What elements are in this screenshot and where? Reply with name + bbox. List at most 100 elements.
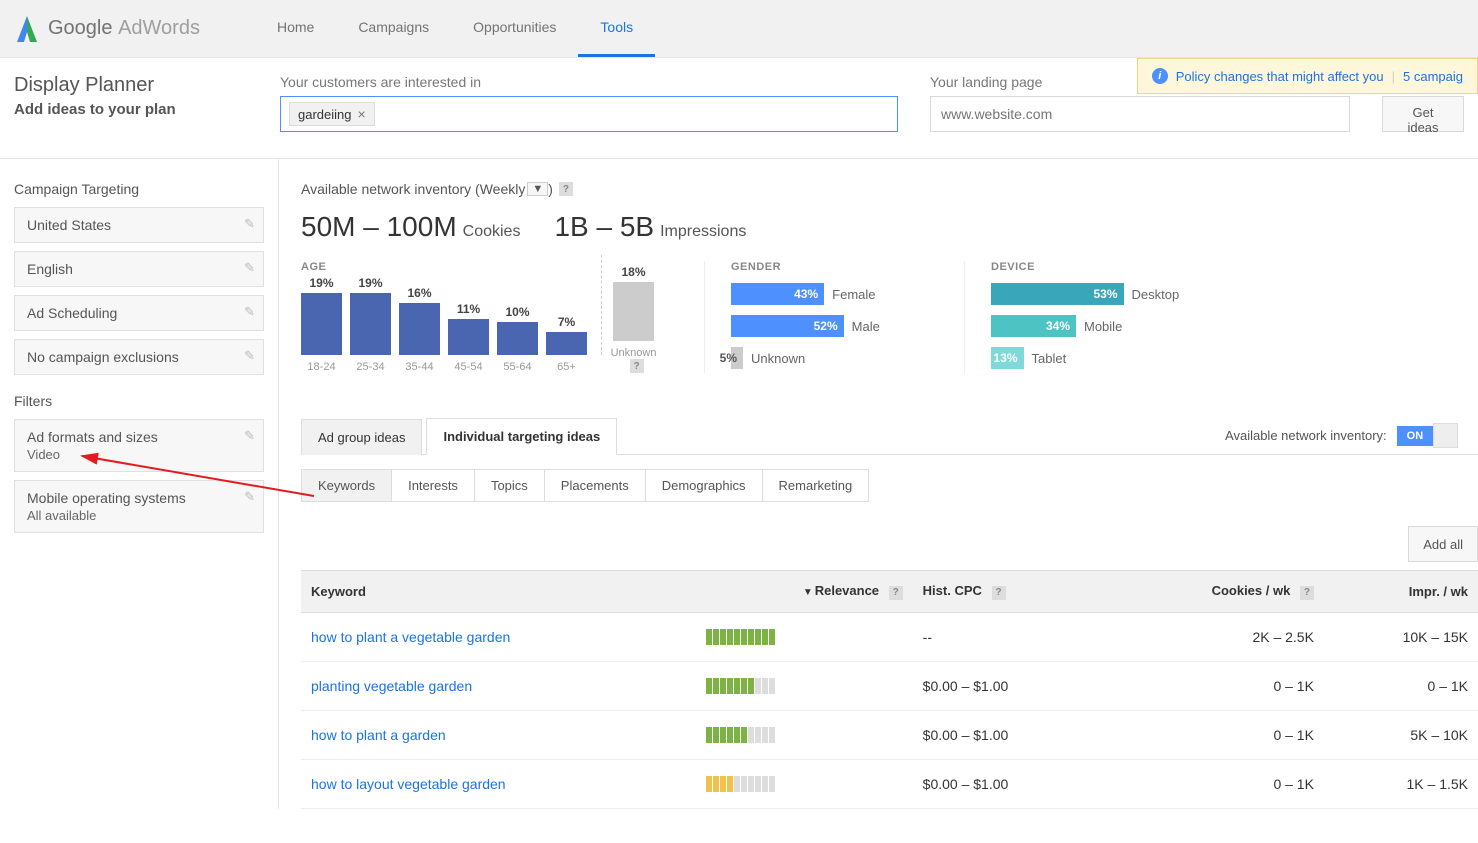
- hbar-row: 52%Male: [731, 315, 954, 337]
- col-keyword[interactable]: Keyword: [301, 571, 696, 613]
- toggle-off-side[interactable]: [1433, 423, 1458, 448]
- help-icon[interactable]: ?: [1300, 586, 1314, 600]
- nav-tools[interactable]: Tools: [578, 0, 655, 57]
- relevance-indicator: [706, 776, 902, 792]
- subtab-topics[interactable]: Topics: [474, 469, 545, 502]
- hbar-row: 34%Mobile: [991, 315, 1214, 337]
- age-bar: 19%25-34: [350, 276, 391, 373]
- cpc-cell: $0.00 – $1.00: [913, 710, 1104, 759]
- remove-tag-icon[interactable]: ×: [358, 106, 366, 122]
- targeting-item[interactable]: Ad Scheduling✎: [14, 295, 264, 331]
- relevance-indicator: [706, 727, 902, 743]
- keyword-link[interactable]: planting vegetable garden: [311, 678, 472, 694]
- filters-heading: Filters: [14, 393, 264, 409]
- subtab-placements[interactable]: Placements: [544, 469, 646, 502]
- campaign-link[interactable]: 5 campaig: [1403, 69, 1463, 84]
- nav-campaigns[interactable]: Campaigns: [336, 0, 451, 57]
- age-bar: 7%65+: [546, 315, 587, 373]
- col-cookies[interactable]: Cookies / wk ?: [1103, 571, 1324, 613]
- cookies-cell: 0 – 1K: [1103, 710, 1324, 759]
- age-chart: AGE 19%18-2419%25-3416%35-4411%45-5410%5…: [301, 261, 654, 373]
- relevance-indicator: [706, 678, 902, 694]
- pencil-icon[interactable]: ✎: [244, 348, 255, 364]
- filter-item[interactable]: Ad formats and sizesVideo✎: [14, 419, 264, 472]
- pencil-icon[interactable]: ✎: [244, 304, 255, 320]
- policy-link[interactable]: Policy changes that might affect you: [1176, 69, 1384, 84]
- subtabs: KeywordsInterestsTopicsPlacementsDemogra…: [301, 469, 1478, 502]
- impr-cell: 5K – 10K: [1324, 710, 1478, 759]
- targeting-heading: Campaign Targeting: [14, 181, 264, 197]
- policy-banner: i Policy changes that might affect you |…: [1137, 58, 1478, 94]
- landing-page-input[interactable]: [930, 96, 1350, 132]
- sidebar: Campaign Targeting United States✎ English…: [0, 159, 278, 809]
- main: Campaign Targeting United States✎ English…: [0, 159, 1478, 809]
- help-icon[interactable]: ?: [630, 359, 644, 373]
- ideas-tab[interactable]: Ad group ideas: [301, 419, 422, 455]
- keyword-link[interactable]: how to layout vegetable garden: [311, 776, 506, 792]
- subtab-interests[interactable]: Interests: [391, 469, 475, 502]
- table-row: how to plant a garden $0.00 – $1.000 – 1K…: [301, 710, 1478, 759]
- adwords-logo-icon: [14, 14, 40, 44]
- subtab-demographics[interactable]: Demographics: [645, 469, 763, 502]
- add-all-button[interactable]: Add all: [1408, 526, 1478, 562]
- cpc-cell: $0.00 – $1.00: [913, 661, 1104, 710]
- logo: Google AdWords: [14, 14, 200, 44]
- impr-cell: 1K – 1.5K: [1324, 759, 1478, 808]
- help-icon[interactable]: ?: [889, 586, 903, 600]
- col-impr[interactable]: Impr. / wk: [1324, 571, 1478, 613]
- cookies-cell: 0 – 1K: [1103, 759, 1324, 808]
- top-nav: HomeCampaignsOpportunitiesTools: [255, 0, 655, 57]
- keyword-link[interactable]: how to plant a vegetable garden: [311, 629, 510, 645]
- help-icon[interactable]: ?: [559, 182, 573, 196]
- targeting-item[interactable]: English✎: [14, 251, 264, 287]
- top-header: Google AdWords HomeCampaignsOpportunitie…: [0, 0, 1478, 58]
- age-bar-unknown: 18%Unknown ?: [613, 265, 654, 373]
- relevance-indicator: [706, 629, 902, 645]
- cookies-cell: 0 – 1K: [1103, 661, 1324, 710]
- gender-chart: GENDER 43%Female52%Male5%Unknown: [704, 261, 954, 373]
- cpc-cell: $0.00 – $1.00: [913, 759, 1104, 808]
- period-dropdown[interactable]: ▼: [527, 182, 548, 196]
- keyword-link[interactable]: how to plant a garden: [311, 727, 446, 743]
- interest-label: Your customers are interested in: [280, 74, 898, 90]
- inventory-toggle: Available network inventory: ON: [1225, 423, 1458, 448]
- help-icon[interactable]: ?: [992, 586, 1006, 600]
- on-toggle[interactable]: ON: [1397, 426, 1434, 446]
- cpc-cell: --: [913, 612, 1104, 661]
- age-bar: 10%55-64: [497, 305, 538, 373]
- nav-opportunities[interactable]: Opportunities: [451, 0, 578, 57]
- get-ideas-button[interactable]: Get ideas: [1382, 96, 1464, 132]
- targeting-item[interactable]: United States✎: [14, 207, 264, 243]
- logo-text: Google AdWords: [48, 17, 200, 40]
- age-bar: 11%45-54: [448, 302, 489, 373]
- nav-home[interactable]: Home: [255, 0, 336, 57]
- impr-cell: 0 – 1K: [1324, 661, 1478, 710]
- col-relevance[interactable]: ▼Relevance ?: [696, 571, 912, 613]
- content: Available network inventory (Weekly ▼ ) …: [278, 159, 1478, 809]
- subtab-keywords[interactable]: Keywords: [301, 469, 392, 502]
- pencil-icon[interactable]: ✎: [244, 216, 255, 232]
- interest-input[interactable]: gardeiing ×: [280, 96, 898, 132]
- inventory-title: Available network inventory (Weekly ▼ ) …: [301, 181, 1478, 197]
- device-chart: DEVICE 53%Desktop34%Mobile13%Tablet: [964, 261, 1214, 373]
- keywords-table: Keyword ▼Relevance ? Hist. CPC ? Cookies…: [301, 570, 1478, 809]
- cookies-stat: 50M – 100M: [301, 211, 457, 242]
- cookies-cell: 2K – 2.5K: [1103, 612, 1324, 661]
- targeting-item[interactable]: No campaign exclusions✎: [14, 339, 264, 375]
- info-icon: i: [1152, 68, 1168, 84]
- hbar-row: 43%Female: [731, 283, 954, 305]
- pencil-icon[interactable]: ✎: [244, 428, 255, 444]
- ideas-tab[interactable]: Individual targeting ideas: [426, 418, 617, 455]
- subtab-remarketing[interactable]: Remarketing: [762, 469, 870, 502]
- pencil-icon[interactable]: ✎: [244, 489, 255, 505]
- pencil-icon[interactable]: ✎: [244, 260, 255, 276]
- col-cpc[interactable]: Hist. CPC ?: [913, 571, 1104, 613]
- big-stats: 50M – 100MCookies 1B – 5BImpressions: [301, 211, 1478, 243]
- interest-tag: gardeiing ×: [289, 102, 375, 126]
- filter-item[interactable]: Mobile operating systemsAll available✎: [14, 480, 264, 533]
- ideas-tabs: Ad group ideasIndividual targeting ideas…: [301, 417, 1478, 455]
- age-bar: 16%35-44: [399, 286, 440, 373]
- page-subtitle: Add ideas to your plan: [14, 101, 272, 118]
- table-row: planting vegetable garden$0.00 – $1.000 …: [301, 661, 1478, 710]
- table-row: how to plant a vegetable garden --2K – 2.…: [301, 612, 1478, 661]
